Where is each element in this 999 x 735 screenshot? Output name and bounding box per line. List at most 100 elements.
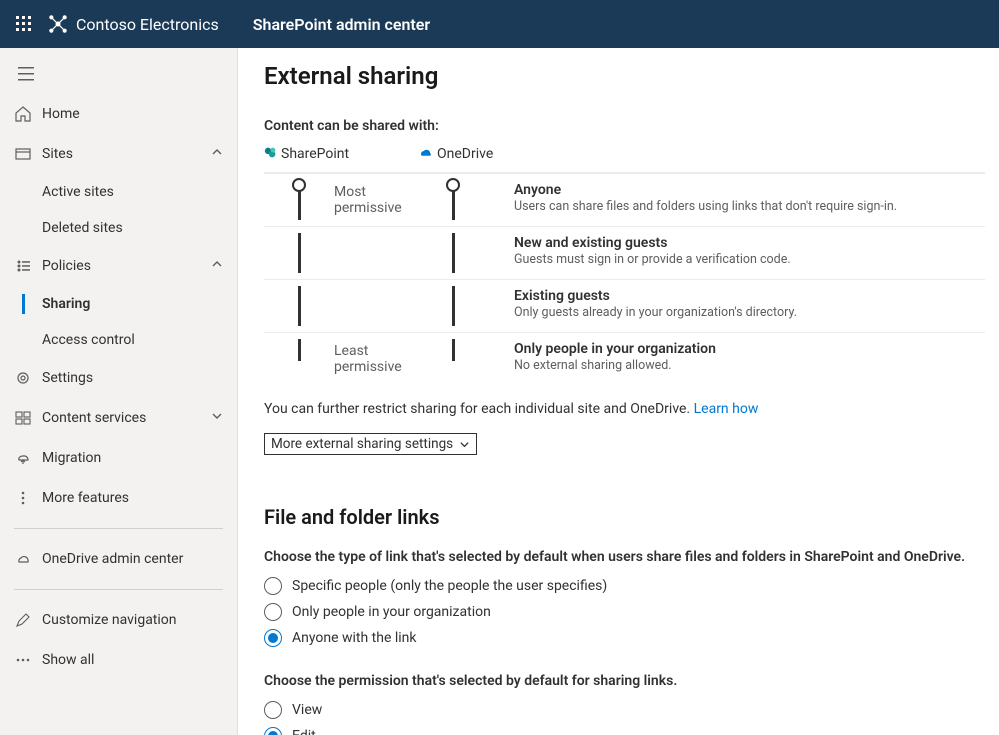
nav-more-features-label: More features: [42, 490, 223, 506]
sharing-level-row: New and existing guests Guests must sign…: [264, 227, 985, 280]
pencil-icon: [14, 611, 32, 629]
nav-divider: [14, 589, 223, 590]
nav-migration[interactable]: Migration: [0, 438, 237, 478]
radio-specific-people[interactable]: Specific people (only the people the use…: [264, 577, 985, 595]
nav-policies-label: Policies: [42, 258, 211, 274]
col-sharepoint-label: SharePoint: [281, 146, 349, 162]
sharing-level-row: Existing guests Only guests already in y…: [264, 280, 985, 333]
most-permissive-hint: Most permissive: [334, 184, 418, 216]
radio-label: Anyone with the link: [292, 630, 417, 646]
nav-divider: [14, 528, 223, 529]
more-icon: [14, 489, 32, 507]
level-title: Existing guests: [514, 288, 985, 304]
restrict-info: You can further restrict sharing for eac…: [264, 401, 985, 417]
nav-access-control-label: Access control: [42, 332, 135, 348]
sharepoint-slider-segment[interactable]: Least permissive: [264, 339, 418, 379]
nav-deleted-sites-label: Deleted sites: [42, 220, 123, 236]
radio-label: View: [292, 702, 322, 718]
radio-org-only[interactable]: Only people in your organization: [264, 603, 985, 621]
product-title: SharePoint admin center: [253, 15, 430, 34]
radio-icon: [264, 629, 282, 647]
expander-label: More external sharing settings: [271, 436, 453, 452]
home-icon: [14, 105, 32, 123]
nav-content-services[interactable]: Content services: [0, 398, 237, 438]
main-content: External sharing Content can be shared w…: [238, 48, 999, 735]
cloud-icon: [14, 550, 32, 568]
nav-customize[interactable]: Customize navigation: [0, 600, 237, 640]
nav-policies[interactable]: Policies: [0, 246, 237, 286]
brand-logo-icon: [48, 14, 68, 34]
radio-anyone[interactable]: Anyone with the link: [264, 629, 985, 647]
chevron-up-icon: [211, 258, 223, 274]
radio-view[interactable]: View: [264, 701, 985, 719]
slider-column-headers: SharePoint OneDrive: [264, 146, 985, 168]
nav-content-services-label: Content services: [42, 410, 211, 426]
sharepoint-slider-handle[interactable]: [292, 178, 306, 192]
radio-icon: [264, 603, 282, 621]
col-onedrive: OneDrive: [418, 146, 508, 168]
nav-more-features[interactable]: More features: [0, 478, 237, 518]
level-title: New and existing guests: [514, 235, 985, 251]
chevron-up-icon: [211, 146, 223, 162]
level-title: Only people in your organization: [514, 341, 985, 357]
nav-deleted-sites[interactable]: Deleted sites: [0, 210, 237, 246]
sites-icon: [14, 145, 32, 163]
sharepoint-slider-segment[interactable]: Most permissive: [264, 180, 418, 220]
onedrive-slider-segment[interactable]: [418, 339, 508, 379]
onedrive-slider-segment[interactable]: [418, 233, 508, 273]
page-title: External sharing: [264, 62, 985, 90]
radio-label: Edit: [292, 728, 316, 735]
default-link-type-question: Choose the type of link that's selected …: [264, 549, 985, 565]
sharing-level-row: Least permissive Only people in your org…: [264, 333, 985, 385]
radio-icon: [264, 577, 282, 595]
nav-sharing-label: Sharing: [42, 296, 90, 312]
level-sub: No external sharing allowed.: [514, 358, 985, 373]
onedrive-icon: [418, 146, 433, 162]
waffle-icon: [16, 16, 32, 32]
chevron-down-icon: [459, 439, 470, 450]
onedrive-slider-segment[interactable]: [418, 180, 508, 220]
nav-show-all[interactable]: Show all: [0, 640, 237, 680]
chevron-down-icon: [211, 410, 223, 426]
sharing-level-row: Most permissive Anyone Users can share f…: [264, 173, 985, 227]
radio-icon: [264, 727, 282, 735]
onedrive-slider-segment[interactable]: [418, 286, 508, 326]
nav-settings-label: Settings: [42, 370, 223, 386]
nav-access-control[interactable]: Access control: [0, 322, 237, 358]
nav-sites-label: Sites: [42, 146, 211, 162]
learn-how-link[interactable]: Learn how: [694, 401, 759, 417]
sharepoint-slider-segment[interactable]: [264, 233, 418, 273]
nav-onedrive-admin[interactable]: OneDrive admin center: [0, 539, 237, 579]
restrict-info-text: You can further restrict sharing for eac…: [264, 401, 694, 417]
brand[interactable]: Contoso Electronics: [48, 14, 219, 34]
collapse-nav-button[interactable]: [0, 54, 237, 94]
migration-icon: [14, 449, 32, 467]
ellipsis-icon: [14, 651, 32, 669]
nav-home[interactable]: Home: [0, 94, 237, 134]
level-title: Anyone: [514, 182, 985, 198]
nav-onedrive-label: OneDrive admin center: [42, 551, 223, 567]
sharepoint-slider-segment[interactable]: [264, 286, 418, 326]
nav-sites[interactable]: Sites: [0, 134, 237, 174]
nav-migration-label: Migration: [42, 450, 223, 466]
radio-edit[interactable]: Edit: [264, 727, 985, 735]
level-sub: Only guests already in your organization…: [514, 305, 985, 320]
policies-icon: [14, 257, 32, 275]
app-launcher-button[interactable]: [4, 4, 44, 44]
nav-home-label: Home: [42, 106, 223, 122]
col-sharepoint: SharePoint: [264, 146, 418, 168]
left-nav: Home Sites Active sites Deleted sites Po…: [0, 48, 238, 735]
level-sub: Users can share files and folders using …: [514, 199, 985, 214]
nav-active-sites[interactable]: Active sites: [0, 174, 237, 210]
radio-label: Only people in your organization: [292, 604, 491, 620]
nav-show-all-label: Show all: [42, 652, 223, 668]
nav-settings[interactable]: Settings: [0, 358, 237, 398]
radio-label: Specific people (only the people the use…: [292, 578, 607, 594]
gear-icon: [14, 369, 32, 387]
more-external-sharing-expander[interactable]: More external sharing settings: [264, 433, 477, 455]
nav-sharing[interactable]: Sharing: [0, 286, 237, 322]
default-permission-question: Choose the permission that's selected by…: [264, 673, 985, 689]
hamburger-icon: [18, 67, 34, 81]
col-onedrive-label: OneDrive: [437, 146, 493, 162]
onedrive-slider-handle[interactable]: [446, 178, 460, 192]
